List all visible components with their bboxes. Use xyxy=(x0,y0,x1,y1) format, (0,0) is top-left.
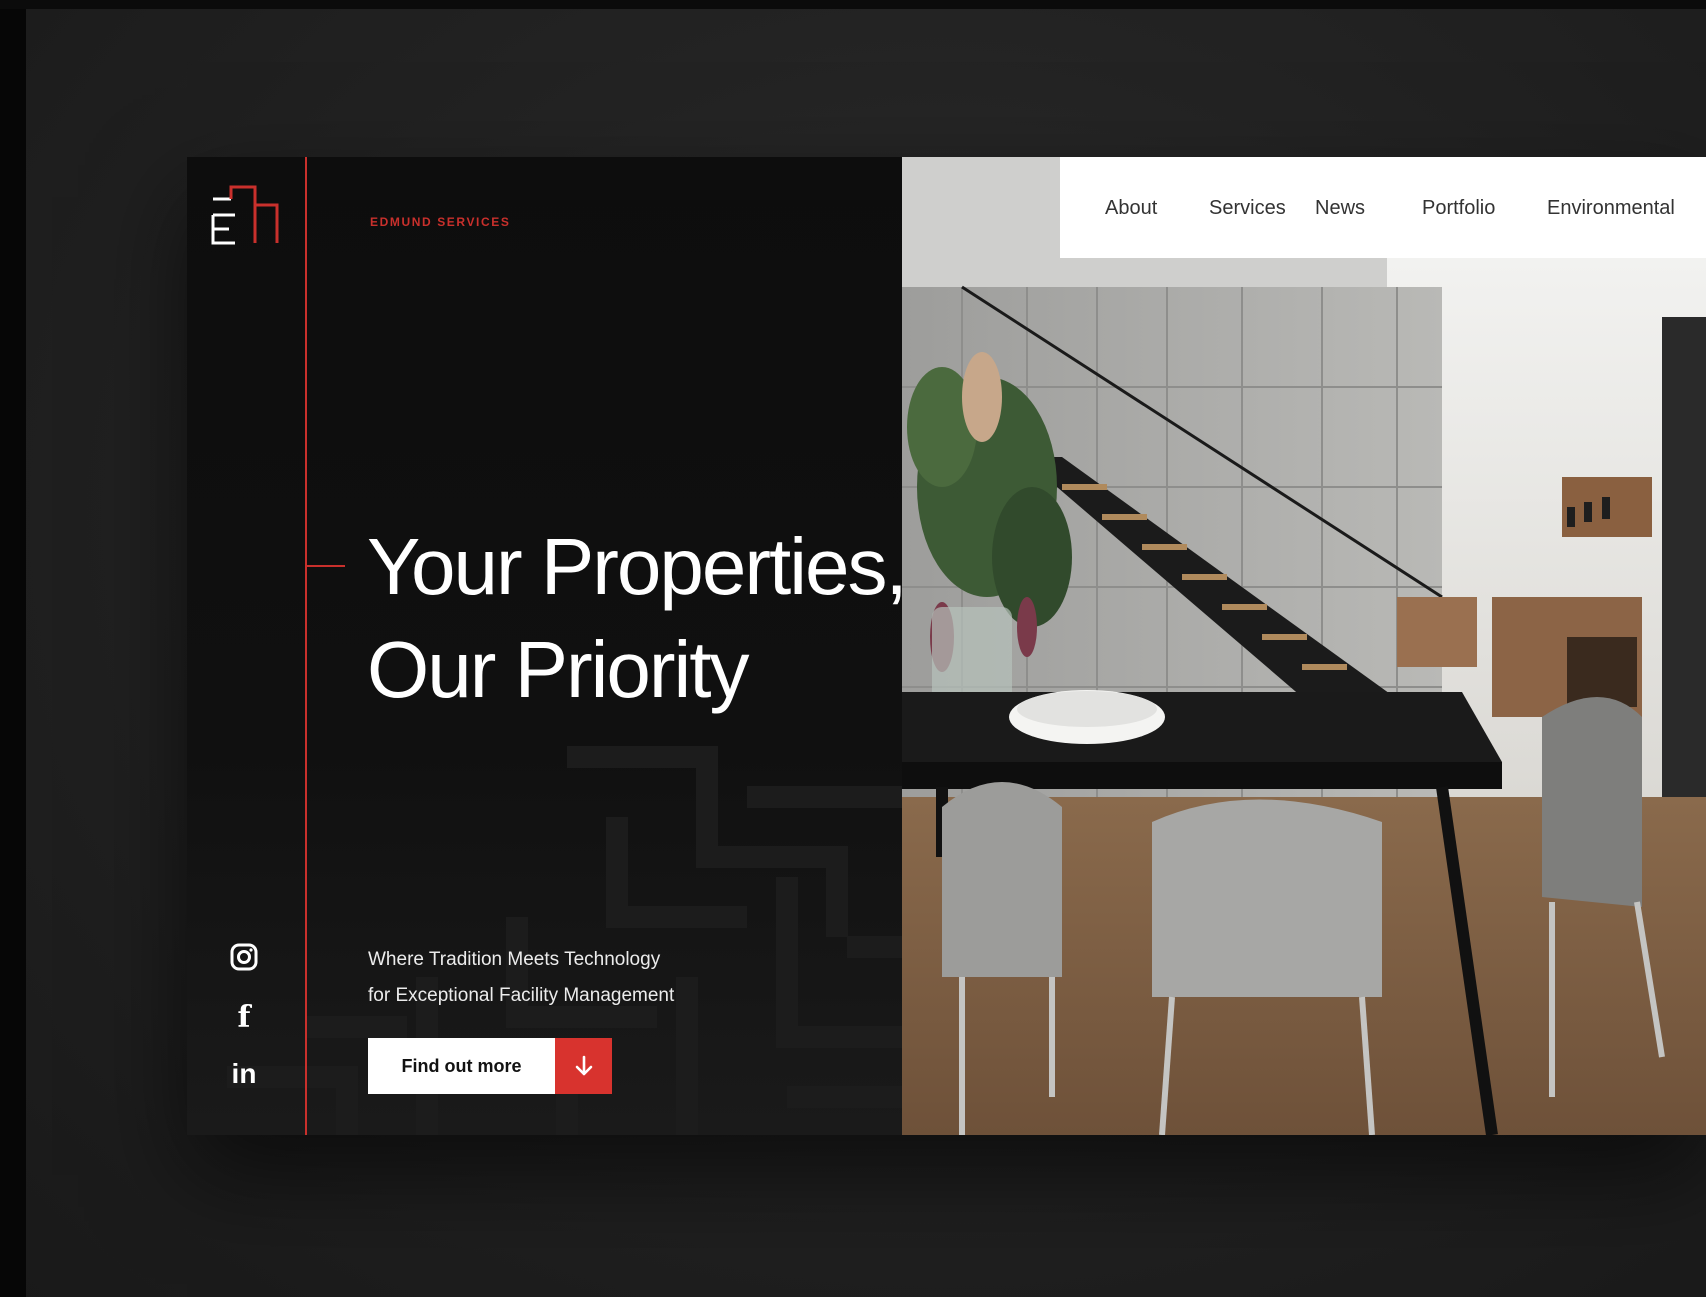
arrow-down-icon xyxy=(575,1055,592,1076)
linkedin-link[interactable]: in xyxy=(227,1057,261,1091)
headline-line-1: Your Properties, xyxy=(367,522,908,611)
backdrop-edge-top xyxy=(0,0,1706,9)
nav-services[interactable]: Services xyxy=(1209,197,1286,220)
modern-dining-room-photo xyxy=(902,157,1706,1135)
brand-name: EDMUND SERVICES xyxy=(370,215,511,229)
hero-photo xyxy=(902,157,1706,1135)
cta-group: Find out more xyxy=(368,1038,614,1094)
headline-line-2: Our Priority xyxy=(367,625,749,714)
top-navigation: About Services News Portfolio Environmen… xyxy=(1060,157,1706,258)
hero-tagline: Where Tradition Meets Technology for Exc… xyxy=(368,942,674,1014)
nav-about[interactable]: About xyxy=(1105,197,1157,220)
accent-horizontal-line xyxy=(305,565,345,567)
nav-news[interactable]: News xyxy=(1315,197,1365,220)
instagram-link[interactable] xyxy=(227,940,261,974)
eh-monogram-logo[interactable] xyxy=(211,185,283,249)
scroll-down-button[interactable] xyxy=(555,1038,612,1094)
backdrop-edge-left xyxy=(0,0,26,1297)
website-mockup: EDMUND SERVICES Where Tradition Meets Te… xyxy=(187,157,1706,1135)
nav-portfolio[interactable]: Portfolio xyxy=(1422,197,1495,220)
facebook-link[interactable]: f xyxy=(227,999,261,1035)
facebook-icon: f xyxy=(237,999,251,1035)
linkedin-icon: in xyxy=(231,1058,257,1089)
tagline-line-2: for Exceptional Facility Management xyxy=(368,985,675,1006)
accent-vertical-line xyxy=(305,157,307,1135)
hero-headline: Your Properties, Our Priority xyxy=(367,515,908,721)
tagline-line-1: Where Tradition Meets Technology xyxy=(368,949,661,970)
find-out-more-button[interactable]: Find out more xyxy=(368,1038,555,1094)
instagram-icon xyxy=(230,943,258,971)
nav-environmental[interactable]: Environmental xyxy=(1547,197,1675,220)
